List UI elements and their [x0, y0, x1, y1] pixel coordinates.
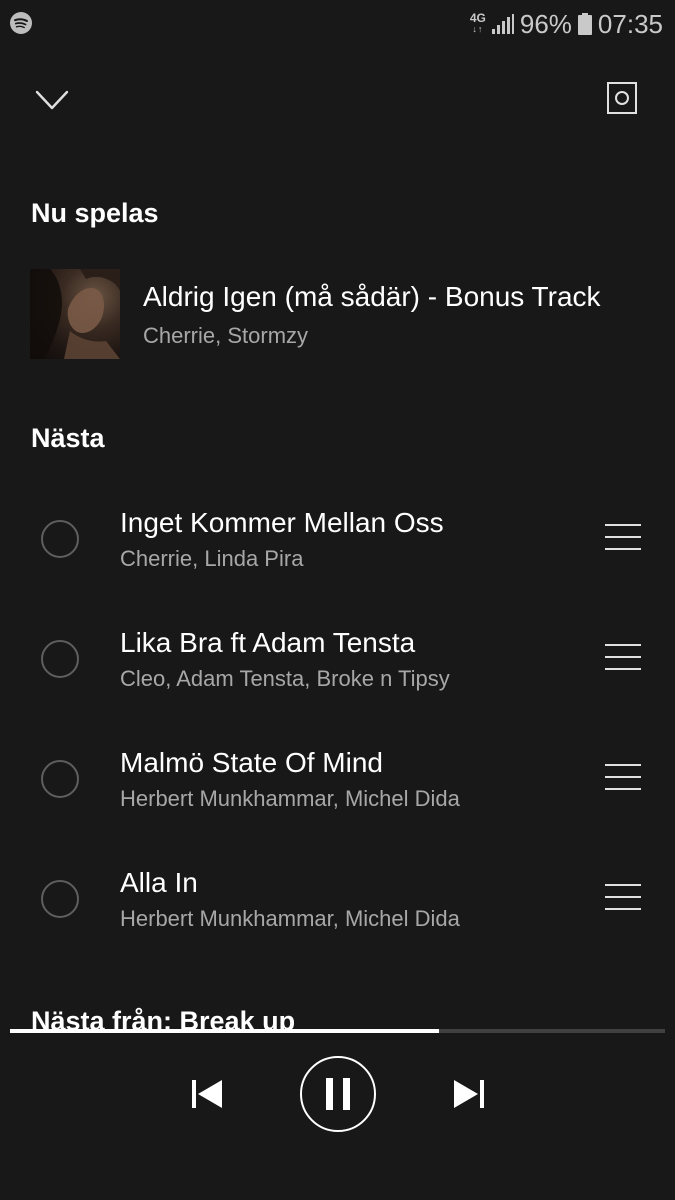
pause-icon [326, 1078, 350, 1110]
connect-device-icon[interactable] [605, 81, 639, 115]
spotify-icon [10, 12, 32, 34]
next-icon[interactable] [452, 1076, 486, 1112]
queue-item[interactable]: Alla In Herbert Munkhammar, Michel Dida [0, 850, 675, 950]
progress-bar[interactable] [10, 1029, 665, 1033]
now-playing-heading: Nu spelas [31, 198, 159, 228]
network-indicator: 4G ↓↑ [469, 11, 486, 35]
queue-item[interactable]: Malmö State Of Mind Herbert Munkhammar, … [0, 730, 675, 830]
select-checkbox[interactable] [41, 760, 79, 798]
queue-item-title: Lika Bra ft Adam Tensta [120, 627, 416, 658]
queue-item-title: Malmö State Of Mind [120, 747, 383, 778]
now-playing-artists: Cherrie, Stormzy [143, 323, 309, 348]
queue-item-title: Inget Kommer Mellan Oss [120, 507, 444, 538]
queue-item-title: Alla In [120, 867, 198, 898]
album-cover [30, 269, 120, 359]
drag-handle-icon[interactable] [605, 644, 641, 672]
drag-handle-icon[interactable] [605, 764, 641, 792]
network-type: 4G [469, 11, 486, 25]
now-playing-title: Aldrig Igen (må sådär) - Bonus Track [143, 281, 601, 312]
status-bar: 4G ↓↑ 96% 07:35 [0, 0, 675, 48]
chevron-down-icon[interactable] [34, 82, 70, 118]
battery-icon [577, 13, 592, 35]
select-checkbox[interactable] [41, 640, 79, 678]
pause-button[interactable] [300, 1056, 376, 1132]
queue-item-artists: Herbert Munkhammar, Michel Dida [120, 786, 460, 811]
select-checkbox[interactable] [41, 520, 79, 558]
queue-item-artists: Cleo, Adam Tensta, Broke n Tipsy [120, 666, 450, 691]
queue-item[interactable]: Lika Bra ft Adam Tensta Cleo, Adam Tenst… [0, 610, 675, 710]
progress-fill [10, 1029, 440, 1033]
previous-icon[interactable] [190, 1076, 224, 1112]
next-heading: Nästa [31, 423, 105, 453]
battery-percent: 96% [519, 8, 572, 39]
drag-handle-icon[interactable] [605, 524, 641, 552]
queue-item[interactable]: Inget Kommer Mellan Oss Cherrie, Linda P… [0, 490, 675, 590]
select-checkbox[interactable] [41, 880, 79, 918]
drag-handle-icon[interactable] [605, 884, 641, 912]
queue-item-artists: Herbert Munkhammar, Michel Dida [120, 906, 460, 931]
clock: 07:35 [597, 8, 663, 39]
signal-icon [491, 14, 514, 34]
data-activity-icon: ↓↑ [472, 24, 484, 34]
queue-item-artists: Cherrie, Linda Pira [120, 546, 304, 571]
